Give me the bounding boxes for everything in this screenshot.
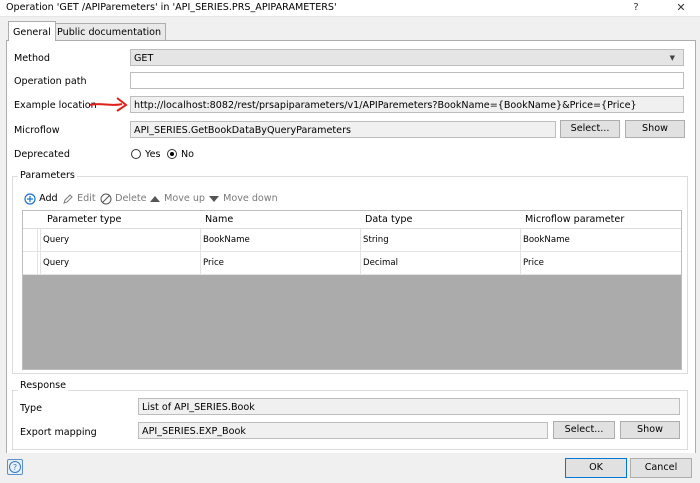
cancel-button[interactable]: Cancel <box>630 458 692 478</box>
triangle-up-icon <box>150 196 160 202</box>
tab-public-documentation[interactable]: Public documentation <box>52 23 167 41</box>
deprecated-no-radio[interactable] <box>167 149 177 159</box>
table-cell: BookName <box>520 229 681 251</box>
column-header-name[interactable]: Name <box>205 211 233 228</box>
deprecated-yes-label: Yes <box>145 149 161 160</box>
add-parameter-button[interactable]: Add <box>24 193 58 205</box>
title-bar: Operation 'GET /APIParemeters' in 'API_S… <box>0 0 700 17</box>
table-cell: Price <box>200 252 361 274</box>
table-cell: String <box>360 229 521 251</box>
dialog-footer: ? OK Cancel <box>0 453 700 483</box>
pencil-icon <box>63 194 73 204</box>
operation-path-input[interactable] <box>130 72 684 89</box>
chevron-down-icon: ▼ <box>669 54 675 62</box>
table-cell: Query <box>40 252 201 274</box>
deprecated-yes-radio[interactable] <box>131 149 141 159</box>
deprecated-label: Deprecated <box>14 149 70 160</box>
table-row[interactable]: Query BookName String BookName <box>23 229 681 252</box>
delete-parameter-button[interactable]: Delete <box>100 193 147 205</box>
move-up-button[interactable]: Move up <box>149 193 205 205</box>
column-header-data-type[interactable]: Data type <box>365 211 412 228</box>
move-up-label: Move up <box>164 193 206 204</box>
table-cell: Price <box>520 252 681 274</box>
parameters-group-title: Parameters <box>18 170 77 181</box>
export-mapping-show-button[interactable]: Show <box>620 421 680 439</box>
response-type-field: List of API_SERIES.Book <box>138 398 680 415</box>
table-cell: BookName <box>200 229 361 251</box>
svg-text:?: ? <box>13 463 17 472</box>
operation-path-label: Operation path <box>14 76 87 87</box>
delete-icon <box>100 193 112 205</box>
triangle-down-icon <box>209 196 219 202</box>
microflow-field: API_SERIES.GetBookDataByQueryParameters <box>130 121 556 138</box>
parameters-table: Parameter type Name Data type Microflow … <box>22 210 682 370</box>
window-title: Operation 'GET /APIParemeters' in 'API_S… <box>6 2 337 13</box>
help-icon[interactable]: ? <box>624 0 648 16</box>
method-value: GET <box>134 53 154 64</box>
edit-parameter-button[interactable]: Edit <box>62 193 96 205</box>
method-label: Method <box>14 53 50 64</box>
example-location-field: http://localhost:8082/rest/prsapiparamet… <box>130 96 684 113</box>
export-mapping-label: Export mapping <box>20 427 97 438</box>
response-type-label: Type <box>20 403 43 414</box>
microflow-show-button[interactable]: Show <box>625 120 685 138</box>
table-row[interactable]: Query Price Decimal Price <box>23 252 681 275</box>
microflow-label: Microflow <box>14 125 60 136</box>
response-group-title: Response <box>18 380 69 391</box>
move-down-button[interactable]: Move down <box>208 193 278 205</box>
help-button[interactable]: ? <box>7 459 23 475</box>
export-mapping-field: API_SERIES.EXP_Book <box>138 422 548 439</box>
annotation-arrow-icon <box>89 97 128 112</box>
example-location-label: Example location <box>14 100 97 111</box>
table-cell: Decimal <box>360 252 521 274</box>
method-dropdown[interactable]: GET ▼ <box>130 49 684 66</box>
column-header-parameter-type[interactable]: Parameter type <box>47 211 121 228</box>
close-icon[interactable]: ✕ <box>668 0 694 16</box>
edit-label: Edit <box>77 193 96 204</box>
add-label: Add <box>39 193 58 204</box>
tab-general[interactable]: General <box>8 21 56 41</box>
table-cell: Query <box>40 229 201 251</box>
move-down-label: Move down <box>223 193 278 204</box>
column-header-microflow-parameter[interactable]: Microflow parameter <box>525 211 624 228</box>
export-mapping-select-button[interactable]: Select... <box>553 421 615 439</box>
ok-button[interactable]: OK <box>565 458 627 478</box>
question-icon: ? <box>9 461 21 473</box>
delete-label: Delete <box>115 193 147 204</box>
add-icon <box>24 193 36 205</box>
deprecated-no-label: No <box>181 149 195 160</box>
table-header: Parameter type Name Data type Microflow … <box>23 211 681 229</box>
microflow-select-button[interactable]: Select... <box>560 120 620 138</box>
